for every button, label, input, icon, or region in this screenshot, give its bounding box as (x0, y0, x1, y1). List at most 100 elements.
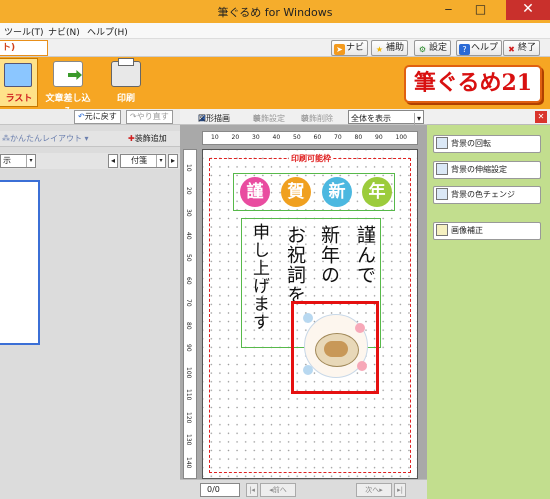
print-button[interactable]: 印刷 (104, 58, 148, 107)
v-ruler-tick: 80 (185, 321, 192, 330)
v-ruler-tick: 50 (185, 254, 192, 262)
panel-close-button[interactable]: ✕ (535, 111, 547, 123)
exit-icon: ✖ (508, 45, 515, 54)
redo-button[interactable]: ↷やり直す (126, 110, 173, 124)
chevron-down-icon: ▾ (26, 155, 35, 167)
text-import-button[interactable]: 文章差し込み (42, 59, 94, 117)
ribbon: ラスト 文章差し込み 印刷 筆ぐるめ21 (0, 57, 550, 117)
h-ruler-tick: 80 (354, 134, 363, 141)
h-ruler-tick: 20 (231, 134, 240, 141)
h-ruler-tick: 30 (252, 134, 260, 141)
illust-label: ラスト (5, 94, 33, 104)
rotate-icon (436, 137, 448, 149)
print-label: 印刷 (116, 94, 135, 104)
greeting-stamp-group[interactable]: 謹 賀 新 年 (233, 173, 395, 211)
canvas-area: ◪ 図形描画 ▦ 装飾設定 ▧ 装飾削除 全体を表示 ▾ 10 20 30 40 50 60 70 8… (180, 109, 427, 499)
h-ruler-tick: 70 (334, 134, 342, 141)
navi-button[interactable]: ➤ ナビ (331, 40, 369, 56)
view-dropdown[interactable]: 示 ▾ (0, 154, 36, 168)
last-page-button[interactable]: ▸| (394, 483, 406, 497)
rotate-background-button[interactable]: 背景の回転 (433, 135, 541, 153)
sheep-illustration (303, 313, 368, 378)
menu-bar: ツール(T) ナビ(N) ヘルプ(H) (0, 23, 550, 39)
category-next-button[interactable]: ▸ (168, 154, 178, 168)
navi-icon: ➤ (334, 44, 345, 55)
settings-button[interactable]: ⚙ 設定 (414, 40, 452, 56)
selected-image[interactable] (291, 301, 379, 394)
stamp-ga: 賀 (281, 177, 311, 207)
title-bar: 筆ぐるめ for Windows ‒ □ ✕ (0, 0, 550, 23)
v-ruler-tick: 30 (185, 209, 192, 217)
v-ruler-tick: 140 (185, 456, 192, 468)
category-prev-button[interactable]: ◂ (108, 154, 118, 168)
secondary-toolbar: ト) ➤ ナビ ★ 補助 ⚙ 設定 ? ヘルプ ✖ 終了 (0, 39, 550, 57)
help-icon: ? (459, 44, 470, 55)
v-ruler-tick: 120 (185, 411, 192, 423)
greeting-line-4: 申し上げます (249, 223, 269, 331)
greeting-line-1: 謹んで (354, 225, 376, 285)
v-ruler-tick: 10 (185, 164, 192, 172)
add-decoration-button[interactable]: ✚装飾追加 (128, 133, 167, 144)
canvas-toolbar: ◪ 図形描画 ▦ 装飾設定 ▧ 装飾削除 全体を表示 ▾ (180, 109, 427, 125)
v-ruler-tick: 20 (185, 186, 192, 195)
tab-selected[interactable]: ト) (0, 40, 48, 56)
menu-tools[interactable]: ツール(T) (4, 25, 44, 38)
v-ruler-tick: 90 (185, 344, 192, 352)
printer-icon (111, 58, 141, 87)
easy-layout-button[interactable]: ⁂かんたんレイアウト ▾ (2, 133, 89, 144)
h-ruler-tick: 60 (313, 134, 322, 141)
chevron-down-icon: ▾ (414, 113, 423, 125)
page-indicator: 0/0 (200, 483, 240, 497)
undo-button[interactable]: ↶元に戻す (74, 110, 121, 124)
undo-icon: ↶ (78, 112, 85, 121)
v-ruler-tick: 130 (185, 434, 192, 446)
v-ruler-tick: 40 (185, 231, 192, 240)
zoom-select[interactable]: 全体を表示 ▾ (348, 110, 424, 125)
greeting-line-2: 新年の (318, 225, 340, 285)
help-button[interactable]: ? ヘルプ (456, 40, 503, 56)
exit-button[interactable]: ✖ 終了 (503, 40, 541, 56)
v-ruler-tick: 60 (185, 276, 192, 285)
postcard-canvas[interactable]: 印刷可能枠 謹 賀 新 年 謹んで 新年の お祝詞を 申し上げます (202, 149, 418, 479)
stamp-kin: 謹 (240, 177, 270, 207)
v-ruler-tick: 100 (185, 366, 192, 378)
category-dropdown[interactable]: 付箋 ▾ (120, 154, 166, 168)
stamp-shin: 新 (322, 177, 352, 207)
left-panel: ↶元に戻す ↷やり直す ⁂かんたんレイアウト ▾ ✚装飾追加 示 ▾ ◂ 付箋 ▾ … (0, 109, 180, 499)
canvas-status-bar: 0/0 |◂ ◂前へ 次へ▸ ▸| (180, 479, 427, 499)
v-ruler-tick: 70 (185, 299, 192, 307)
printable-area-label: 印刷可能枠 (289, 154, 333, 163)
menu-navi[interactable]: ナビ(N) (48, 25, 80, 38)
h-ruler-tick: 40 (272, 134, 281, 141)
layout-thumbnail[interactable] (0, 180, 40, 345)
illust-icon (4, 63, 32, 87)
h-ruler-tick: 50 (293, 134, 301, 141)
prev-page-button[interactable]: ◂前へ (260, 483, 296, 497)
right-panel: ✕ 背景の回転 背景の伸縮設定 背景の色チェンジ 画像補正 (427, 109, 550, 499)
image-correction-icon (436, 224, 448, 236)
illust-button[interactable]: ラスト (0, 58, 38, 107)
horizontal-ruler: 10 20 30 40 50 60 70 80 90 100 (202, 131, 418, 145)
image-correction-button[interactable]: 画像補正 (433, 222, 541, 240)
v-ruler-tick: 110 (185, 389, 192, 401)
app-logo: 筆ぐるめ21 (404, 65, 542, 103)
stretch-background-button[interactable]: 背景の伸縮設定 (433, 161, 541, 179)
stretch-icon (436, 163, 448, 175)
h-ruler-tick: 10 (211, 134, 219, 141)
next-page-button[interactable]: 次へ▸ (356, 483, 392, 497)
maximize-button[interactable]: □ (467, 0, 494, 20)
text-import-icon (53, 61, 83, 87)
minimize-button[interactable]: ‒ (435, 0, 462, 20)
stamp-nen: 年 (362, 177, 392, 207)
first-page-button[interactable]: |◂ (246, 483, 258, 497)
greeting-line-3: お祝詞を (284, 225, 306, 305)
star-icon: ★ (375, 45, 384, 54)
settings-icon: ⚙ (418, 45, 427, 54)
assist-button[interactable]: ★ 補助 (371, 40, 409, 56)
close-button[interactable]: ✕ (506, 0, 550, 20)
redo-icon: ↷ (130, 112, 137, 121)
change-background-color-button[interactable]: 背景の色チェンジ (433, 186, 541, 204)
color-icon (436, 188, 448, 200)
menu-help[interactable]: ヘルプ(H) (87, 25, 128, 38)
h-ruler-tick: 100 (395, 134, 407, 141)
